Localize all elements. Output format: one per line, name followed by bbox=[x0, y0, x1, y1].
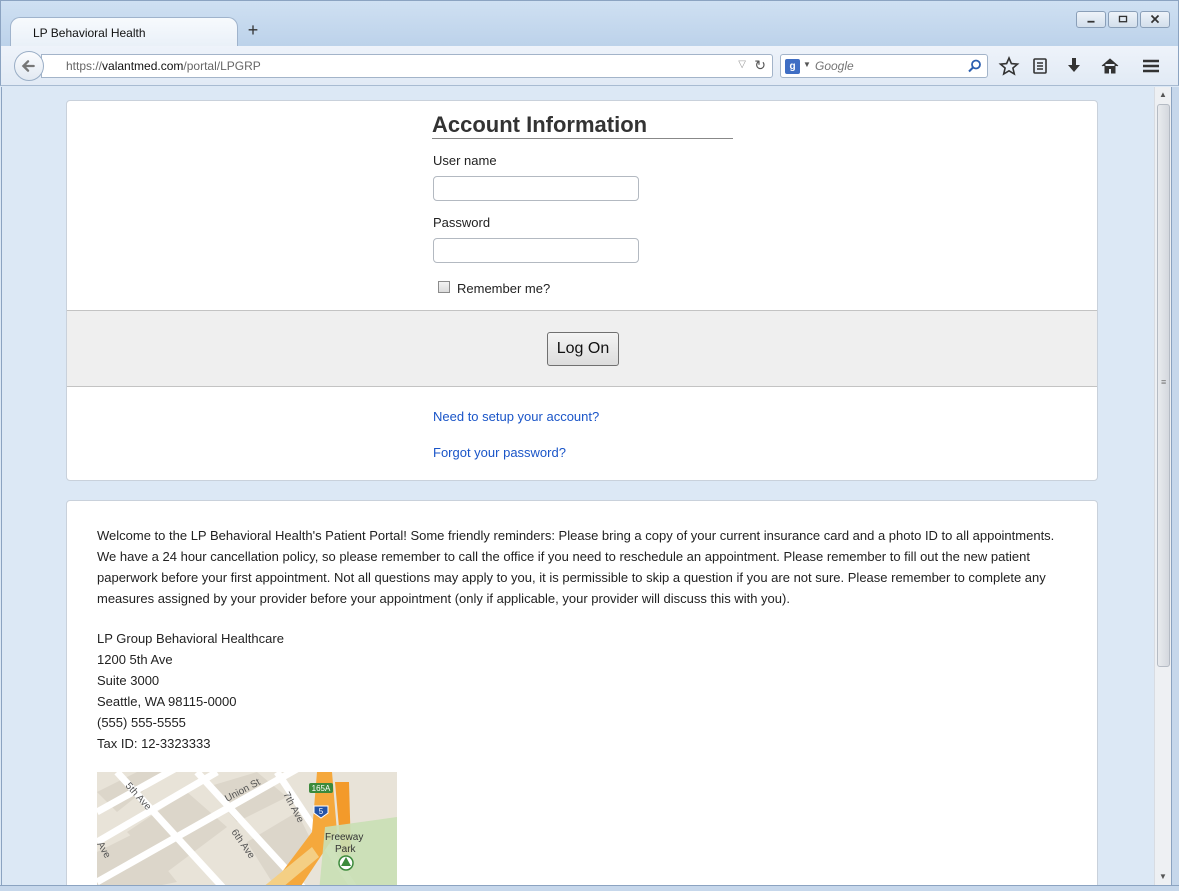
password-input[interactable] bbox=[433, 238, 639, 263]
username-input[interactable] bbox=[433, 176, 639, 201]
url-dropdown-icon[interactable]: ▽ bbox=[738, 59, 746, 70]
url-text: https://valantmed.com/portal/LPGRP bbox=[66, 59, 261, 73]
remember-me-checkbox[interactable] bbox=[438, 281, 450, 293]
menu-hamburger-icon[interactable] bbox=[1139, 55, 1163, 77]
password-label: Password bbox=[433, 215, 491, 230]
map-graphic: 165A 5 5th Ave Union St 7th Ave 6th Ave … bbox=[97, 772, 397, 885]
back-arrow-icon bbox=[21, 60, 35, 72]
forgot-password-link[interactable]: Forgot your password? bbox=[433, 445, 566, 460]
downloads-icon[interactable] bbox=[1062, 55, 1086, 77]
google-engine-icon[interactable]: g bbox=[785, 59, 800, 74]
log-on-button[interactable]: Log On bbox=[547, 332, 619, 366]
close-window-button[interactable] bbox=[1140, 11, 1170, 28]
bookmarks-menu-icon[interactable] bbox=[1028, 55, 1052, 77]
home-icon[interactable] bbox=[1098, 55, 1122, 77]
tax-id: Tax ID: 12-3323333 bbox=[97, 736, 211, 751]
close-icon bbox=[1150, 14, 1160, 24]
address-line-2: Suite 3000 bbox=[97, 673, 160, 688]
remember-me-label[interactable]: Remember me? bbox=[457, 281, 550, 296]
page-viewport: Account Information User name Password R… bbox=[1, 87, 1154, 885]
tab-title: LP Behavioral Health bbox=[33, 26, 146, 40]
location-map[interactable]: 165A 5 5th Ave Union St 7th Ave 6th Ave … bbox=[97, 772, 397, 885]
back-button[interactable] bbox=[14, 51, 44, 81]
info-panel: Welcome to the LP Behavioral Health's Pa… bbox=[66, 500, 1098, 885]
account-information-heading: Account Information bbox=[432, 112, 733, 139]
username-label: User name bbox=[433, 153, 497, 168]
bookmark-star-icon[interactable] bbox=[997, 55, 1021, 77]
reload-icon[interactable]: ↻ bbox=[754, 57, 766, 74]
city-state-zip: Seattle, WA 98115-0000 bbox=[97, 694, 237, 709]
scrollbar-thumb[interactable]: ≡ bbox=[1157, 104, 1170, 667]
engine-dropdown-icon[interactable]: ▼ bbox=[803, 60, 811, 69]
search-icon[interactable] bbox=[968, 59, 982, 73]
phone-number: (555) 555-5555 bbox=[97, 715, 186, 730]
scroll-up-arrow-icon[interactable]: ▲ bbox=[1155, 87, 1171, 103]
map-label-park: Park bbox=[335, 844, 357, 855]
setup-account-link[interactable]: Need to setup your account? bbox=[433, 409, 599, 424]
search-input[interactable] bbox=[815, 58, 965, 74]
interstate-shield-label: 5 bbox=[319, 807, 324, 816]
search-bar[interactable]: g ▼ bbox=[780, 54, 988, 78]
browser-titlebar: LP Behavioral Health + bbox=[0, 0, 1179, 47]
window-controls bbox=[1076, 11, 1170, 28]
browser-navbar: https://valantmed.com/portal/LPGRP ▽ ↻ g… bbox=[0, 46, 1179, 86]
scroll-down-arrow-icon[interactable]: ▼ bbox=[1155, 869, 1171, 885]
minimize-button[interactable] bbox=[1076, 11, 1106, 28]
restore-icon bbox=[1118, 15, 1128, 23]
maximize-button[interactable] bbox=[1108, 11, 1138, 28]
login-panel: Account Information User name Password R… bbox=[66, 100, 1098, 481]
org-name: LP Group Behavioral Healthcare bbox=[97, 631, 284, 646]
window-frame-bottom bbox=[0, 885, 1179, 891]
url-bar[interactable]: https://valantmed.com/portal/LPGRP ▽ ↻ bbox=[41, 54, 773, 78]
practice-address: LP Group Behavioral Healthcare 1200 5th … bbox=[97, 628, 284, 754]
minimize-icon bbox=[1087, 20, 1095, 23]
login-action-bar: Log On bbox=[67, 310, 1097, 387]
browser-tab[interactable]: LP Behavioral Health bbox=[10, 17, 238, 47]
map-label-freeway: Freeway bbox=[325, 832, 363, 843]
welcome-message: Welcome to the LP Behavioral Health's Pa… bbox=[97, 528, 1055, 606]
vertical-scrollbar[interactable]: ▲ ≡ ▼ bbox=[1154, 87, 1171, 885]
window-frame-right bbox=[1171, 87, 1179, 885]
new-tab-button[interactable]: + bbox=[244, 21, 262, 39]
scrollbar-grip-icon: ≡ bbox=[1161, 377, 1167, 387]
address-line-1: 1200 5th Ave bbox=[97, 652, 173, 667]
map-exit-label: 165A bbox=[312, 784, 331, 793]
